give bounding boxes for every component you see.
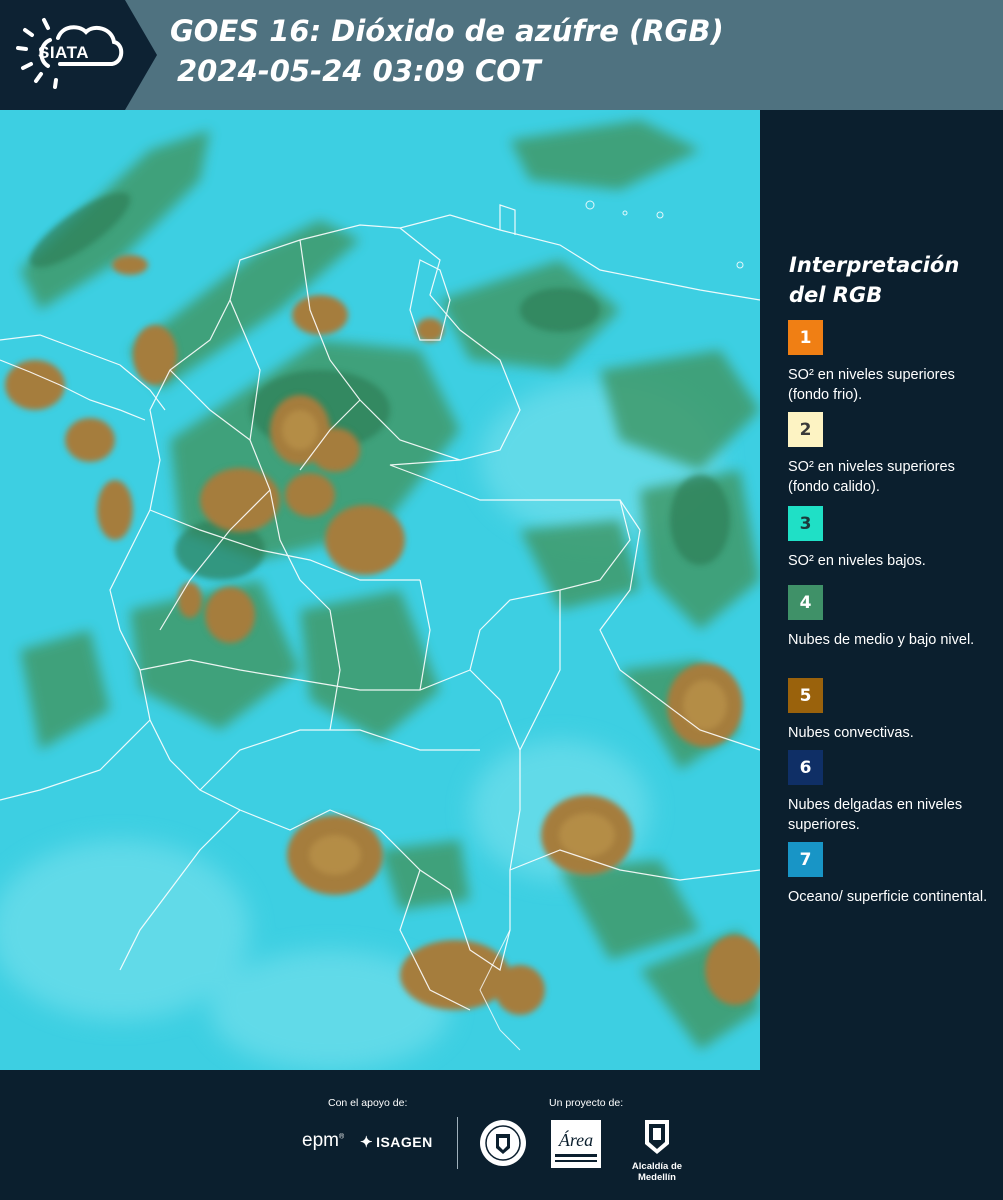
legend-item-7: 7 Oceano/ superficie continental. [788,842,988,907]
isagen-logo-text: ISAGEN [376,1134,433,1150]
legend-panel: Interpretación del RGB 1 SO² en niveles s… [760,110,1003,1070]
legend-label: Nubes de medio y bajo nivel. [788,632,975,648]
legend-swatch: 2 [788,412,823,447]
legend-item-1: 1 SO² en niveles superiores (fondo frio). [788,320,988,405]
legend-item-6: 6 Nubes delgadas en niveles superiores. [788,750,988,835]
footer-divider [457,1117,458,1169]
satellite-map[interactable] [0,110,760,1070]
legend-swatch: 7 [788,842,823,877]
legend-label: Nubes convectivas. [788,725,914,741]
legend-label: Oceano/ superficie continental. [788,889,988,905]
medellin-seal-icon [478,1118,528,1172]
legend-label: SO² en niveles superiores (fondo frio). [788,367,955,403]
epm-logo: epm® [302,1130,345,1151]
isagen-star-icon: ✦ [360,1134,374,1151]
legend-swatch: 5 [788,678,823,713]
metro-logo-text: Área [558,1129,593,1150]
legend-label: SO² en niveles bajos. [788,553,926,569]
isagen-logo: ✦ ISAGEN [360,1133,433,1151]
header-bar: SIATA GOES 16: Dióxido de azúfre (RGB) 2… [0,0,1003,110]
project-caption: Un proyecto de: [549,1097,624,1109]
alcaldia-label: Alcaldía de Medellín [631,1161,683,1183]
legend-swatch: 3 [788,506,823,541]
page-title: GOES 16: Dióxido de azúfre (RGB) [170,14,724,48]
alcaldia-shield-icon [645,1120,669,1154]
legend-title: Interpretación del RGB [789,253,960,307]
legend-item-4: 4 Nubes de medio y bajo nivel. [788,585,988,650]
footer: Con el apoyo de: Un proyecto de: epm® ✦ I… [0,1070,1003,1200]
siata-logo: SIATA [0,0,160,110]
siata-logo-text: SIATA [38,43,89,62]
legend-item-2: 2 SO² en niveles superiores (fondo calido… [788,412,988,497]
epm-logo-text: epm [302,1130,339,1151]
legend-item-5: 5 Nubes convectivas. [788,678,988,743]
alcaldia-logo: Alcaldía de Medellín [612,1118,702,1183]
area-metropolitana-logo: Área [551,1120,601,1172]
legend-item-3: 3 SO² en niveles bajos. [788,506,988,571]
support-caption: Con el apoyo de: [328,1097,408,1109]
page-timestamp: 2024-05-24 03:09 COT [177,54,541,88]
legend-swatch: 6 [788,750,823,785]
legend-swatch: 1 [788,320,823,355]
legend-label: Nubes delgadas en niveles superiores. [788,797,963,833]
legend-label: SO² en niveles superiores (fondo calido)… [788,459,955,495]
legend-swatch: 4 [788,585,823,620]
